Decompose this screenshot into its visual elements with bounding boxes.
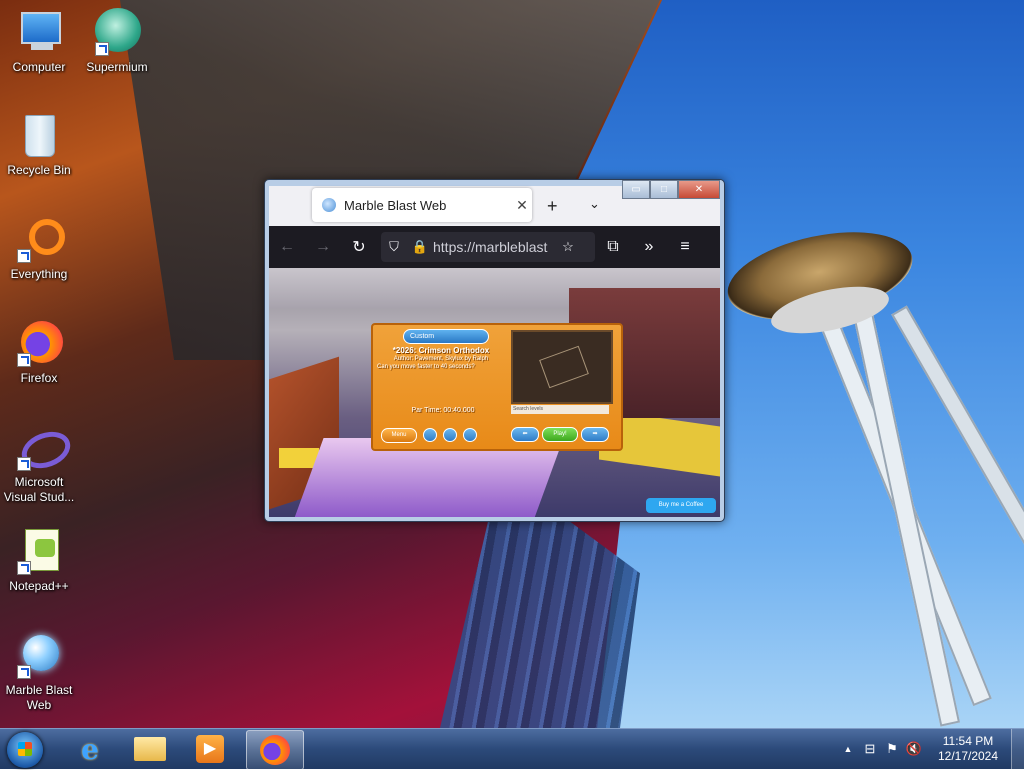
maximize-button[interactable]: □ [650,180,678,199]
close-button[interactable]: ✕ [678,180,720,199]
level-preview-image [511,330,613,404]
list-all-tabs-button[interactable]: ⌄ [589,196,600,212]
leaderboard-icon[interactable] [443,428,457,442]
desktop-icon-label: Firefox [20,371,58,385]
clock[interactable]: 11:54 PM 12/17/2024 [925,734,1011,764]
system-tray: ▲ ⊟ ⚑ 🔇 11:54 PM 12/17/2024 [837,729,1024,769]
media-player-icon: ▶ [196,735,224,763]
tab-marble-blast[interactable]: Marble Blast Web ✕ [312,188,532,222]
desktop-icon-firefox[interactable]: Firefox [1,319,77,386]
url-text[interactable]: https://marbleblast [433,239,555,255]
level-select-dialog: Custom *2026: Crimson Orthodox Author: P… [371,323,623,451]
desktop-icon-label: Computer [12,60,66,74]
visual-studio-icon [15,423,76,475]
firefox-taskbar-icon [260,735,290,765]
next-level-button[interactable]: ➡ [581,427,609,442]
replay-icon[interactable] [463,428,477,442]
settings-icon[interactable] [423,428,437,442]
desktop-icon-recycle-bin[interactable]: Recycle Bin [1,111,77,178]
taskbar: e ▶ ▲ ⊟ ⚑ 🔇 11:54 PM 12/17/2024 [0,728,1024,770]
taskbar-firefox[interactable] [246,730,304,770]
tab-title: Marble Blast Web [344,197,447,213]
everything-icon [15,215,65,263]
category-dropdown[interactable]: Custom [403,329,489,344]
previous-level-button[interactable]: ⬅ [511,427,539,442]
taskbar-media-player[interactable]: ▶ [182,730,238,768]
folder-icon [134,737,166,761]
clock-time: 11:54 PM [942,734,994,748]
desktop-icon-label: Notepad++ [9,579,69,593]
taskbar-internet-explorer[interactable]: e [62,730,118,768]
show-desktop-button[interactable] [1011,729,1024,769]
new-tab-button[interactable]: + [547,196,558,217]
menu-button[interactable]: Menu [381,428,417,443]
supermium-icon [93,8,141,56]
windows-logo-icon [18,742,32,756]
firefox-icon [15,319,63,367]
desktop-icon-label: Supermium [86,60,148,74]
desktop-icon-label: Recycle Bin [7,163,71,177]
internet-explorer-icon: e [81,732,99,766]
buy-me-a-coffee-button[interactable]: Buy me a Coffee [646,498,716,513]
window-controls: ▭ □ ✕ [622,180,720,199]
extensions-button[interactable]: ⧉ [595,232,631,262]
desktop-icon-notepadpp[interactable]: Notepad++ [1,527,77,594]
par-time: Par Time: 00:40.000 [411,407,475,414]
taskbar-file-explorer[interactable] [122,730,178,768]
desktop-icon-marble-blast[interactable]: Marble Blast Web [1,631,77,713]
play-button[interactable]: Play! [542,427,578,442]
level-description: Can you move faster to 40 seconds? [377,364,475,370]
reload-button[interactable]: ↻ [341,232,377,262]
lock-icon[interactable]: 🔒 [407,239,433,255]
shield-icon[interactable]: ⛉ [381,239,407,255]
tab-close-icon[interactable]: ✕ [512,197,532,214]
level-search-input[interactable]: Search levels [511,405,609,414]
notepadpp-icon [15,527,63,575]
minimize-button[interactable]: ▭ [622,180,650,199]
action-center-flag-icon[interactable]: ⚑ [881,741,903,757]
network-icon[interactable]: ⊟ [859,741,881,757]
back-button[interactable]: ← [269,232,305,262]
app-menu-button[interactable]: ≡ [667,232,703,262]
browser-window: Marble Blast Web ✕ + ⌄ ▭ □ ✕ ← → ↻ ⛉ 🔒 h… [264,179,725,522]
url-bar[interactable]: ⛉ 🔒 https://marbleblast ☆ [381,232,595,262]
desktop-icon-computer[interactable]: Computer [1,8,77,75]
clock-date: 12/17/2024 [937,749,999,763]
level-title: *2026: Crimson Orthodox [392,346,490,355]
desktop-icon-everything[interactable]: Everything [1,215,77,282]
recycle-bin-icon [15,111,63,159]
navigation-toolbar: ← → ↻ ⛉ 🔒 https://marbleblast ☆ ⧉ » ≡ [269,226,720,268]
desktop-icon-label: Microsoft Visual Stud... [3,475,75,504]
desktop-icon-label: Everything [10,267,68,281]
start-button[interactable] [7,732,43,768]
computer-icon [15,8,63,56]
marble-favicon-icon [322,198,336,212]
level-author: Author: Pavement, Skylux by Ralph [393,356,489,362]
game-viewport[interactable]: Custom *2026: Crimson Orthodox Author: P… [269,268,720,517]
volume-muted-icon[interactable]: 🔇 [903,741,925,757]
desktop-icon-visual-studio[interactable]: Microsoft Visual Stud... [1,423,77,505]
marble-blast-icon [15,631,63,679]
desktop-icon-supermium[interactable]: Supermium [79,8,155,75]
show-hidden-icons-button[interactable]: ▲ [837,744,859,754]
bookmark-star-icon[interactable]: ☆ [555,239,581,255]
overflow-menu-button[interactable]: » [631,232,667,262]
desktop-icon-label: Marble Blast Web [5,683,73,712]
forward-button[interactable]: → [305,232,341,262]
